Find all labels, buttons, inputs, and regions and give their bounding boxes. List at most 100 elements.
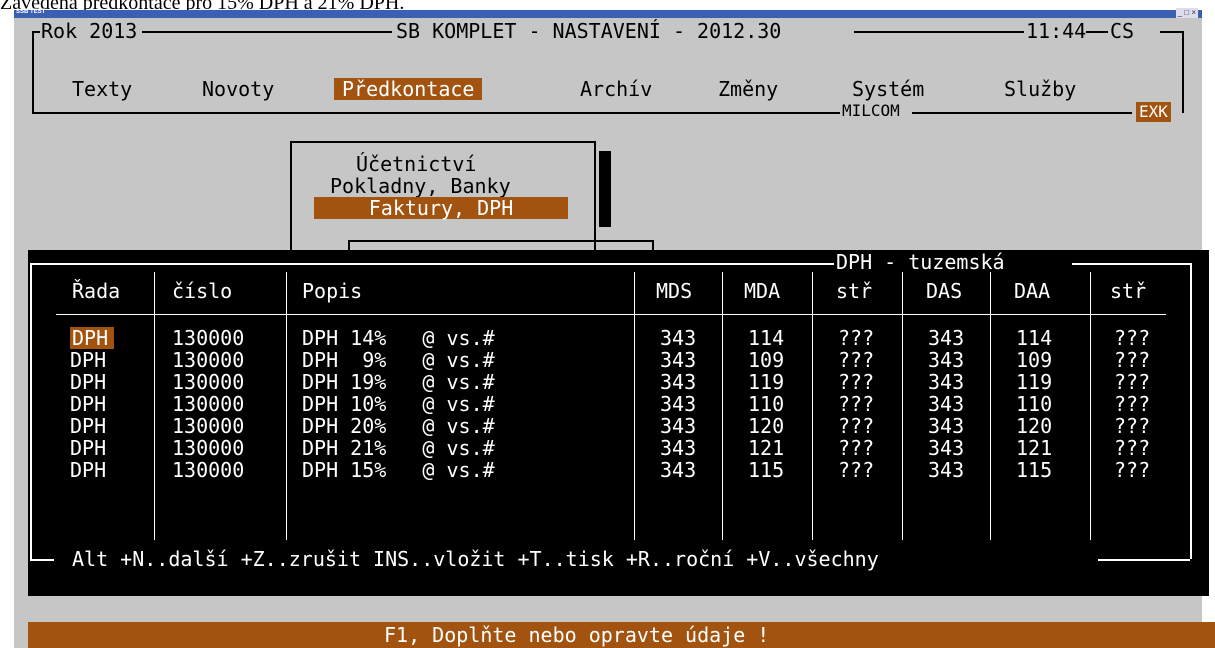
panel-top-border	[1072, 263, 1190, 265]
frame-bottom-border	[32, 112, 840, 114]
table-row[interactable]: DPH 130000 DPH 19% @ vs.# 343 119??? 343 119??…	[28, 371, 1188, 393]
exk-badge: EXK	[1136, 102, 1171, 122]
cell-das: 343	[928, 436, 965, 460]
cell-rada: DPH	[70, 348, 107, 372]
col-header-mds: MDS	[656, 279, 693, 303]
cell-popis: DPH 21% @ vs.#	[302, 436, 495, 460]
cell-das: 343	[928, 370, 965, 394]
cell-daa: 114	[1016, 326, 1053, 350]
cell-rada: DPH	[70, 458, 107, 482]
cell-das: 343	[928, 414, 965, 438]
cell-daa: 121	[1016, 436, 1053, 460]
cell-str2: ???	[1114, 348, 1151, 372]
menu-archiv[interactable]: Archív	[580, 78, 652, 100]
panel-top-border	[30, 263, 834, 265]
frame-right-border	[1182, 31, 1184, 113]
cell-popis: DPH 15% @ vs.#	[302, 458, 495, 482]
cell-rada: DPH	[70, 414, 107, 438]
language-code: CS	[1110, 19, 1135, 43]
menu-predkontace[interactable]: Předkontace	[334, 78, 483, 100]
panel-title: DPH - tuzemská	[836, 250, 1005, 274]
col-header-mda: MDA	[744, 279, 781, 303]
cell-str2: ???	[1114, 414, 1151, 438]
table-row[interactable]: DPH 130000 DPH 9% @ vs.# 343 109??? 343 109???	[28, 349, 1188, 371]
cell-str: ???	[838, 458, 875, 482]
cell-daa: 120	[1016, 414, 1053, 438]
cell-mds: 343	[660, 458, 697, 482]
terminal-screen: Rok 2013 SB KOMPLET - NASTAVENÍ - 2012.3…	[14, 18, 1215, 648]
cell-mds: 343	[660, 326, 697, 350]
cell-popis: DPH 10% @ vs.#	[302, 392, 495, 416]
cell-str: ???	[838, 326, 875, 350]
cell-daa: 110	[1016, 392, 1053, 416]
window-controls[interactable]: _ □ ×	[1175, 8, 1198, 18]
cell-str: ???	[838, 370, 875, 394]
screen-title: SB KOMPLET - NASTAVENÍ - 2012.30	[396, 19, 782, 43]
cell-mda: 109	[748, 348, 785, 372]
col-header-str2: stř	[1110, 279, 1147, 303]
cell-mda: 115	[748, 458, 785, 482]
cell-mda: 110	[748, 392, 785, 416]
table-row[interactable]: DPH 130000 DPH 21% @ vs.# 343 121??? 343 121??…	[28, 437, 1188, 459]
cell-daa: 119	[1016, 370, 1053, 394]
table-row[interactable]: DPH 130000 DPH 15% @ vs.# 343 115??? 343 115??…	[28, 459, 1188, 481]
cell-mds: 343	[660, 436, 697, 460]
col-header-das: DAS	[926, 279, 963, 303]
cell-mds: 343	[660, 392, 697, 416]
cell-str: ???	[838, 436, 875, 460]
panel-bottom-border	[1098, 559, 1190, 561]
col-header-str: stř	[836, 279, 873, 303]
cell-rada: DPH	[70, 327, 115, 349]
cell-str2: ???	[1114, 392, 1151, 416]
frame-top-border	[142, 31, 392, 33]
cell-mda: 119	[748, 370, 785, 394]
cell-str: ???	[838, 414, 875, 438]
app-title: SSB TEST	[16, 9, 46, 15]
cell-mda: 121	[748, 436, 785, 460]
submenu-pokladny-banky[interactable]: Pokladny, Banky	[330, 175, 511, 197]
menu-novoty[interactable]: Novoty	[202, 78, 274, 100]
dph-panel: DPH - tuzemská Řada číslo Popis MDS MDA …	[28, 250, 1209, 596]
cell-cislo: 130000	[172, 458, 245, 482]
cell-str: ???	[838, 392, 875, 416]
cell-das: 343	[928, 458, 965, 482]
table-row[interactable]: DPH 130000 DPH 10% @ vs.# 343 110??? 343 110??…	[28, 393, 1188, 415]
menu-sluzby[interactable]: Služby	[1004, 78, 1076, 100]
cell-cislo: 130000	[172, 392, 245, 416]
cell-mds: 343	[660, 370, 697, 394]
cell-daa: 109	[1016, 348, 1053, 372]
table-row[interactable]: DPH 130000 DPH 20% @ vs.# 343 120??? 343 120??…	[28, 415, 1188, 437]
year-label: Rok 2013	[41, 19, 138, 43]
cell-cislo: 130000	[172, 436, 245, 460]
cell-popis: DPH 14% @ vs.#	[302, 326, 495, 350]
submenu-shadow	[599, 151, 611, 227]
cell-str2: ???	[1114, 436, 1151, 460]
frame-top-border	[1160, 31, 1182, 33]
frame-top-border	[854, 31, 1024, 33]
cell-popis: DPH 19% @ vs.#	[302, 370, 495, 394]
table-row[interactable]: DPH 130000 DPH 14% @ vs.# 343 114??? 343 114??…	[28, 327, 1188, 349]
frame-bottom-border	[912, 112, 1132, 114]
frame-left-border	[32, 31, 34, 113]
cell-rada: DPH	[70, 436, 107, 460]
status-bar: F1, Doplňte nebo opravte údaje !	[28, 622, 1215, 648]
menu-zmeny[interactable]: Změny	[718, 78, 778, 100]
cell-rada: DPH	[70, 370, 107, 394]
status-message: F1, Doplňte nebo opravte údaje !	[384, 623, 770, 647]
cell-mda: 114	[748, 326, 785, 350]
cell-str: ???	[838, 348, 875, 372]
shortcut-help: Alt +N..další +Z..zrušit INS..vložit +T.…	[72, 547, 879, 571]
frame-top-border	[1086, 31, 1108, 33]
cell-cislo: 130000	[172, 326, 245, 350]
window-titlebar: SSB TEST _ □ ×	[14, 8, 1202, 18]
menu-texty[interactable]: Texty	[72, 78, 132, 100]
submenu-ucetnictvi[interactable]: Účetnictví	[356, 153, 476, 175]
submenu-faktury-dph[interactable]: Faktury, DPH	[314, 197, 568, 219]
col-header-daa: DAA	[1014, 279, 1051, 303]
cell-mds: 343	[660, 414, 697, 438]
cell-rada: DPH	[70, 392, 107, 416]
menu-system[interactable]: Systém	[852, 78, 924, 100]
cell-daa: 115	[1016, 458, 1053, 482]
col-header-rada: Řada	[72, 279, 121, 303]
cell-mds: 343	[660, 348, 697, 372]
